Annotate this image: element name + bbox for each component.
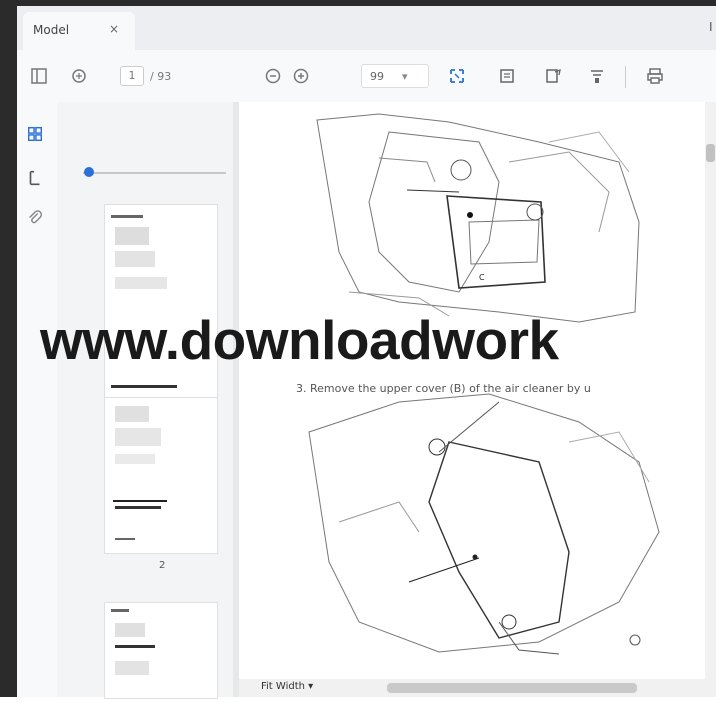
document-tab[interactable]: Model × xyxy=(23,12,135,50)
page-number-input[interactable]: 1 xyxy=(120,66,144,86)
page-thumbnail-2[interactable] xyxy=(104,397,218,554)
document-view[interactable]: C 3. Remove the upper cover (B) of the a… xyxy=(239,102,705,679)
vertical-scrollbar[interactable] xyxy=(705,102,716,679)
zoom-in-button[interactable] xyxy=(289,64,313,88)
chevron-down-icon: ▾ xyxy=(402,69,408,83)
fit-page-icon xyxy=(450,69,464,83)
svg-text:C: C xyxy=(479,273,485,282)
title-bar: Model × I xyxy=(17,6,716,50)
vertical-scrollbar-thumb[interactable] xyxy=(706,144,715,162)
fit-page-button[interactable] xyxy=(445,64,469,88)
thumbnails-icon[interactable] xyxy=(25,124,45,144)
print-button[interactable] xyxy=(643,64,667,88)
instruction-caption: 3. Remove the upper cover (B) of the air… xyxy=(296,382,591,395)
highlight-button[interactable] xyxy=(585,64,609,88)
thumbnail-panel: 2 xyxy=(57,102,233,699)
pdf-viewer-window: Model × I 1 / 93 99 ▾ 2 C 3. Remove the … xyxy=(0,0,716,699)
fit-width-indicator[interactable]: Fit Width ▾ xyxy=(261,681,313,692)
sidebar-icon-rail xyxy=(17,102,57,697)
page-count: / 93 xyxy=(150,69,172,83)
rotate-icon xyxy=(72,69,86,83)
zoom-out-icon xyxy=(265,68,281,84)
zoom-in-icon xyxy=(293,68,309,84)
page-thumbnail-preview xyxy=(111,609,155,675)
page-thumbnail-preview xyxy=(113,406,167,540)
page-view-icon xyxy=(500,69,514,83)
toolbar-divider xyxy=(625,66,626,88)
tab-close-button[interactable]: × xyxy=(109,22,119,36)
window-left-border xyxy=(0,0,17,697)
sidebar-toggle-icon xyxy=(31,68,47,84)
attachments-icon[interactable] xyxy=(25,208,45,228)
sidebar-toggle-button[interactable] xyxy=(27,64,51,88)
thumbnail-size-slider-track xyxy=(83,172,226,174)
highlight-icon xyxy=(591,70,603,83)
page-navigator: 1 / 93 xyxy=(120,64,206,88)
zoom-select[interactable]: 99 ▾ xyxy=(361,64,429,88)
draw-icon xyxy=(546,68,561,83)
rotate-button[interactable] xyxy=(67,64,91,88)
window-control[interactable]: I xyxy=(709,20,713,34)
page-label: 2 xyxy=(159,560,166,571)
thumbnail-size-slider[interactable] xyxy=(84,167,94,177)
toolbar: 1 / 93 99 ▾ xyxy=(17,50,716,103)
horizontal-scrollbar-thumb[interactable] xyxy=(387,683,637,693)
draw-button[interactable] xyxy=(541,64,565,88)
print-icon xyxy=(647,68,663,84)
zoom-value: 99 xyxy=(370,69,384,83)
watermark-text: www.downloadwork xyxy=(40,309,559,371)
page-thumbnail-3[interactable] xyxy=(104,602,218,699)
tab-title: Model xyxy=(33,23,70,37)
zoom-out-button[interactable] xyxy=(261,64,285,88)
bookmarks-icon[interactable] xyxy=(25,168,45,188)
horizontal-scrollbar[interactable]: Fit Width ▾ xyxy=(239,679,716,697)
single-page-view-button[interactable] xyxy=(495,64,519,88)
